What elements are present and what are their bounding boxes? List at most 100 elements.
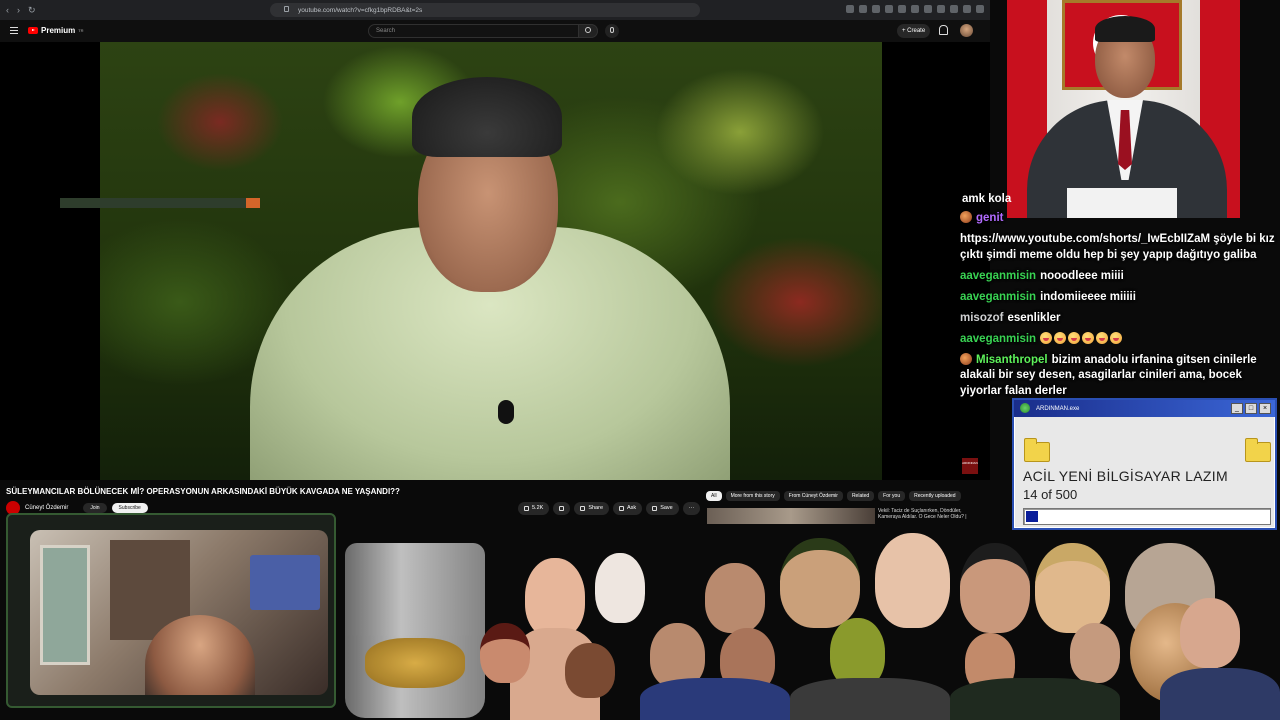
notifications-bell-icon[interactable] <box>939 25 948 35</box>
chip-related[interactable]: Related <box>846 491 875 501</box>
streamer-webcam <box>30 530 328 695</box>
join-button[interactable]: Join <box>83 503 107 513</box>
extension-icon[interactable] <box>937 5 945 13</box>
save-icon <box>652 506 658 511</box>
chat-message: aaveganmisin nooodleee miiii <box>960 269 1280 285</box>
chat-username[interactable]: genit <box>976 212 1003 224</box>
account-avatar[interactable] <box>960 24 973 37</box>
thumbs-up-icon <box>524 506 529 511</box>
meme-collage <box>340 528 1280 720</box>
chat-username[interactable]: aaveganmisin <box>960 270 1036 282</box>
url-text: youtube.com/watch?v=cfkg1bpRDBA&t=2s <box>298 6 423 14</box>
hamburger-menu-icon[interactable] <box>10 27 18 34</box>
laughing-emoji-icon <box>1040 331 1053 344</box>
chat-username[interactable]: aaveganmisin <box>960 333 1036 345</box>
recommendation-thumbnail[interactable] <box>707 508 875 524</box>
goal-count: 14 of 500 <box>1023 487 1078 502</box>
lock-icon <box>284 6 289 12</box>
voice-search-button[interactable] <box>605 24 619 38</box>
like-button[interactable]: 5.2K <box>518 502 550 515</box>
subscribe-button[interactable]: Subscribe <box>111 503 148 513</box>
laughing-emoji-icon <box>1054 331 1067 344</box>
youtube-logo[interactable]: Premium TR <box>28 26 84 35</box>
meme-face <box>1035 543 1110 633</box>
recommendation-title[interactable]: Vekil: Taciz de Suçlanırken, Döndüler, K… <box>878 508 978 520</box>
stream-layout: ‹ › ↻ youtube.com/watch?v=cfkg1bpRDBA&t=… <box>0 0 1280 720</box>
youtube-play-icon <box>28 27 38 34</box>
chat-text: nooodleee miiii <box>1040 269 1124 282</box>
chat-text: indomiieeee miiiii <box>1040 290 1136 303</box>
chip-from-channel[interactable]: From Cüneyt Özdemir <box>783 491 843 501</box>
forward-icon[interactable]: › <box>17 5 20 16</box>
chip-more-from-story[interactable]: More from this story <box>725 491 780 501</box>
ask-label: Ask <box>627 505 637 511</box>
like-count: 5.2K <box>532 505 544 511</box>
window-controls: _ □ × <box>1231 403 1271 414</box>
chip-recently-uploaded[interactable]: Recently uploaded <box>909 491 961 501</box>
meme-face <box>525 558 585 638</box>
chip-for-you[interactable]: For you <box>878 491 906 501</box>
extension-icon[interactable] <box>911 5 919 13</box>
meme-body <box>1160 668 1280 720</box>
search-icon <box>585 27 591 33</box>
menu-icon[interactable] <box>976 5 984 13</box>
search-button[interactable] <box>578 24 598 38</box>
dislike-button[interactable] <box>553 502 571 515</box>
more-actions-button[interactable]: ··· <box>682 502 701 515</box>
share-icon <box>580 506 586 511</box>
laughing-emoji-icon <box>1068 331 1081 344</box>
more-label: ··· <box>688 505 695 511</box>
chat-username[interactable]: Misanthropel <box>976 354 1048 366</box>
chat-username[interactable]: misozof <box>960 312 1003 324</box>
channel-watermark: ARDINDAN <box>962 458 978 474</box>
politician-hair <box>1095 16 1155 42</box>
minimize-button[interactable]: _ <box>1231 403 1243 414</box>
save-button[interactable]: Save <box>646 502 679 515</box>
search-input[interactable]: Search <box>368 24 598 38</box>
room-monitor <box>250 555 320 610</box>
laughing-emoji-icon <box>1082 331 1095 344</box>
extension-icon[interactable] <box>872 5 880 13</box>
presenter-hair <box>412 77 562 157</box>
extension-icon[interactable] <box>885 5 893 13</box>
meme-face <box>1070 623 1120 683</box>
address-bar[interactable]: youtube.com/watch?v=cfkg1bpRDBA&t=2s <box>270 3 700 17</box>
gold-coins <box>365 638 465 688</box>
window-title: ARDINMAN.exe <box>1036 405 1080 412</box>
reload-icon[interactable]: ↻ <box>28 5 36 16</box>
extension-icon[interactable] <box>950 5 958 13</box>
ask-button[interactable]: Ask <box>613 502 643 515</box>
extension-icon[interactable] <box>924 5 932 13</box>
streamer-webcam-frame <box>6 513 336 708</box>
close-button[interactable]: × <box>1259 403 1271 414</box>
share-button[interactable]: Share <box>574 502 610 515</box>
chat-message: aaveganmisin indomiieeee miiiii <box>960 290 1280 306</box>
laughing-emoji-icon <box>1110 331 1123 344</box>
meme-face <box>480 623 530 683</box>
chat-username[interactable]: aaveganmisin <box>960 291 1036 303</box>
window-titlebar: ARDINMAN.exe _ □ × <box>1014 400 1275 417</box>
extension-icon[interactable] <box>898 5 906 13</box>
user-badge-icon <box>960 211 972 223</box>
maximize-button[interactable]: □ <box>1245 403 1257 414</box>
chat-partial-line: amk kola <box>962 193 1012 205</box>
chip-all[interactable]: All <box>706 491 722 501</box>
politician-overlay <box>1007 0 1240 218</box>
donation-goal-window: ARDINMAN.exe _ □ × ACİL YENİ BİLGİSAYAR … <box>1012 398 1277 530</box>
back-icon[interactable]: ‹ <box>6 5 9 16</box>
chat-text: esenlikler <box>1007 311 1061 324</box>
video-player[interactable]: ARDINDAN <box>0 42 990 480</box>
chat-message: aaveganmisin <box>960 331 1280 348</box>
recommendation-chips: All More from this story From Cüneyt Özd… <box>706 491 961 501</box>
extension-icon[interactable] <box>963 5 971 13</box>
extension-icon[interactable] <box>846 5 854 13</box>
create-button[interactable]: + Create <box>897 24 931 38</box>
app-icon <box>1020 403 1030 413</box>
browser-toolbar: ‹ › ↻ youtube.com/watch?v=cfkg1bpRDBA&t=… <box>0 0 990 20</box>
meme-face <box>565 643 615 698</box>
chat-message: genit <box>960 211 1280 227</box>
meme-body <box>950 678 1120 720</box>
extension-icon[interactable] <box>859 5 867 13</box>
logo-region: TR <box>78 28 84 33</box>
channel-name[interactable]: Cüneyt Özdemir <box>25 505 68 511</box>
